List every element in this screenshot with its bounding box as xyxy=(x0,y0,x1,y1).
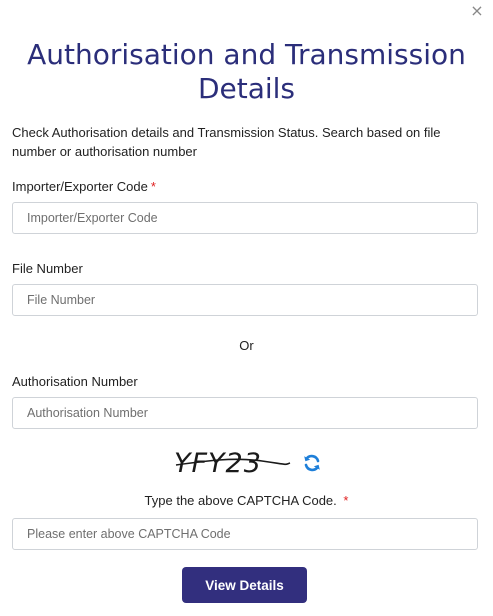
or-separator: Or xyxy=(239,338,254,353)
view-details-button[interactable]: View Details xyxy=(182,567,307,603)
authorisation-number-input[interactable] xyxy=(12,397,478,429)
dialog-title: Authorisation and Transmission Details xyxy=(27,38,466,105)
captcha-area: YFY23 xyxy=(174,447,324,481)
dialog-description: Check Authorisation details and Transmis… xyxy=(12,125,441,159)
file-number-label: File Number xyxy=(12,261,83,276)
captcha-input[interactable] xyxy=(12,518,478,550)
close-icon[interactable]: × xyxy=(470,3,484,19)
required-mark: * xyxy=(343,493,349,508)
file-number-input[interactable] xyxy=(12,284,478,316)
captcha-label: Type the above CAPTCHA Code. * xyxy=(144,493,349,508)
iec-input[interactable] xyxy=(12,202,478,234)
required-mark: * xyxy=(150,179,156,194)
refresh-icon[interactable] xyxy=(302,453,322,473)
authorisation-number-label: Authorisation Number xyxy=(12,374,138,389)
captcha-strike-line xyxy=(175,458,291,466)
iec-label: Importer/Exporter Code * xyxy=(12,179,156,194)
